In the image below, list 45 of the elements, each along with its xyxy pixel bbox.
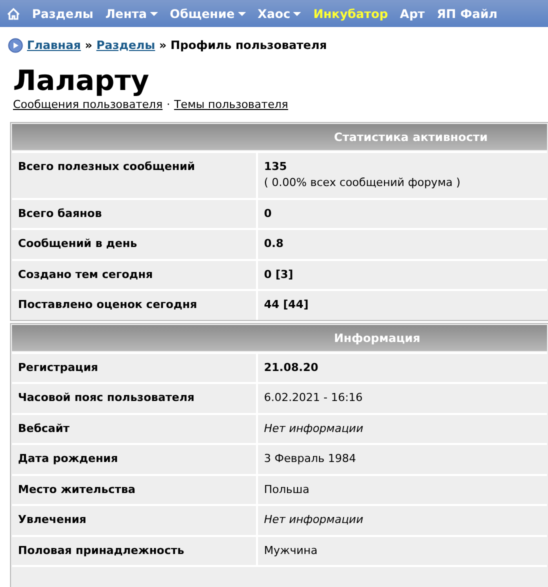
row-label: Часовой пояс пользователя <box>12 384 258 413</box>
play-icon <box>8 38 23 54</box>
nav-link-item[interactable]: Разделы <box>32 4 94 22</box>
row-note: ( 0.00% всех сообщений форума ) <box>264 175 460 192</box>
row-label: Регистрация <box>12 354 258 382</box>
row-label: Создано тем сегодня <box>12 260 258 290</box>
row-value: Польша <box>264 482 310 498</box>
nav-link-item[interactable]: Хаос <box>258 4 302 22</box>
breadcrumb-separator: » <box>159 37 167 54</box>
section-header: Статистика активности <box>12 124 547 150</box>
nav-link-item[interactable]: Инкубатор <box>313 4 388 22</box>
row-value: Мужчина <box>264 542 318 559</box>
row-label: Вебсайт <box>12 414 258 444</box>
profile-link[interactable]: Сообщения пользователя <box>13 97 163 114</box>
home-icon[interactable] <box>7 8 20 20</box>
row-value: Нет информации <box>264 420 364 437</box>
row-label: Поставлено оценок сегодня <box>12 291 258 320</box>
row-value: 135 <box>264 158 288 175</box>
username-heading: Лаларту <box>13 66 150 98</box>
breadcrumb-link[interactable]: Разделы <box>96 37 156 54</box>
row-value: 0.8 <box>264 236 284 252</box>
row-value: 6.02.2021 - 16:16 <box>264 390 363 406</box>
row-value: 0 [3] <box>264 266 294 283</box>
breadcrumb-link[interactable]: Главная <box>27 37 81 54</box>
breadcrumb-separator: » <box>84 37 92 54</box>
row-value: 21.08.20 <box>264 360 318 376</box>
nav-link-item[interactable]: Арт <box>400 4 425 22</box>
nav-link-item[interactable]: Лента <box>105 4 158 22</box>
row-value: 44 [44] <box>264 297 308 314</box>
row-label: Дата рождения <box>12 445 258 474</box>
row-value: 3 Февраль 1984 <box>264 451 356 468</box>
section-header: Информация <box>12 324 547 351</box>
link-separator: · <box>166 97 170 114</box>
row-label: Половая принадлежность <box>12 536 258 566</box>
nav-link-item[interactable]: ЯП Файл <box>436 4 498 22</box>
row-value: 0 <box>264 206 272 222</box>
breadcrumb-current: Профиль пользователя <box>170 37 327 54</box>
row-label: Место жительства <box>12 476 258 504</box>
profile-link[interactable]: Темы пользователя <box>174 97 288 114</box>
row-label: Всего баянов <box>12 200 258 228</box>
row-value: Нет информации <box>264 512 364 528</box>
row-label: Сообщений в день <box>12 230 258 259</box>
row-label: Увлечения <box>12 506 258 535</box>
row-label: Всего полезных сообщений <box>12 152 258 198</box>
nav-link-item[interactable]: Общение <box>170 4 246 22</box>
